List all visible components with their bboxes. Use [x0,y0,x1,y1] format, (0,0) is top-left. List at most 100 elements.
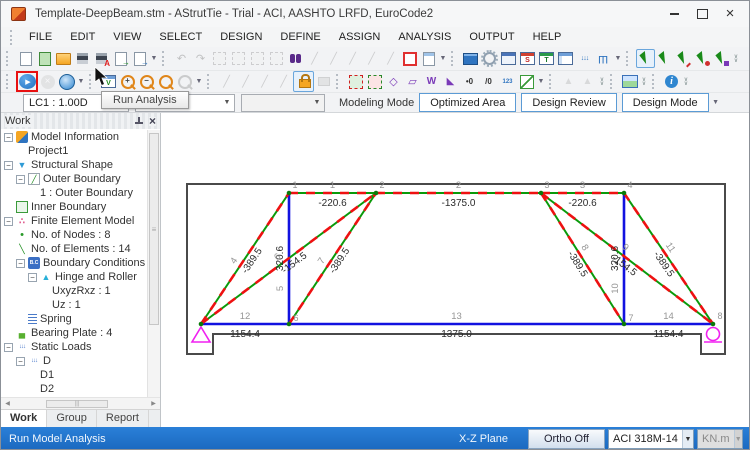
draw4-icon[interactable] [362,49,381,68]
pyramid2-icon[interactable] [578,72,597,91]
toolbar-overflow-icon[interactable]: ∨∨ [681,78,691,86]
load-arrows-icon[interactable] [575,49,594,68]
load-table-s-icon[interactable] [518,49,537,68]
scrollbar-thumb[interactable]: ≡ [149,133,159,325]
tree-item-structural-shape[interactable]: −Structural Shape [1,158,147,172]
open-folder-icon[interactable] [54,49,73,68]
tree-item-project1[interactable]: Project1 [1,144,147,158]
maximize-button[interactable] [695,8,709,20]
elem-num-icon[interactable] [479,72,498,91]
tree-item-d1[interactable]: D1 [1,368,147,382]
scroll-right-arrow[interactable]: ▶ [147,398,160,409]
draw5-icon[interactable] [381,49,400,68]
ortho-toggle-button[interactable]: Ortho Off [528,429,605,449]
export-next-icon[interactable] [130,49,149,68]
dropdown-caret-icon[interactable]: ▼ [613,55,623,62]
frame1-icon[interactable] [210,49,229,68]
tree-item-bearing-plate-4[interactable]: Bearing Plate : 4 [1,326,147,340]
new-file-icon[interactable] [16,49,35,68]
capture-image-icon[interactable] [620,72,639,91]
shape-poly-icon[interactable] [403,72,422,91]
design-calc-icon[interactable] [499,49,518,68]
tree-item-model-information[interactable]: −Model Information [1,130,147,144]
settings-gear-icon[interactable] [480,49,499,68]
menu-item-edit[interactable]: EDIT [61,29,104,45]
menu-item-design[interactable]: DESIGN [211,29,271,45]
export-doc-icon[interactable] [111,49,130,68]
toolbar-overflow-icon[interactable]: ∨∨ [639,78,649,86]
select-remove-icon[interactable] [693,49,712,68]
save-icon[interactable] [73,49,92,68]
tree-item-hinge-and-roller[interactable]: −Hinge and Roller [1,270,147,284]
menu-item-analysis[interactable]: ANALYSIS [389,29,460,45]
frame4-icon[interactable] [267,49,286,68]
mode-button-design-mode[interactable]: Design Mode [622,93,709,112]
mode-button-design-review[interactable]: Design Review [521,93,616,112]
redo-icon[interactable] [191,49,210,68]
minimize-button[interactable] [667,8,681,20]
grid-green-icon[interactable] [365,72,384,91]
model-view-canvas[interactable]: 1-220.62-1375.03-220.64-389.5320.656-154… [161,113,750,427]
tree-item-no-of-nodes-8[interactable]: No. of Nodes : 8 [1,228,147,242]
pin-icon[interactable] [134,117,143,126]
frame2-icon[interactable] [229,49,248,68]
dropdown-caret-icon[interactable]: ▼ [149,55,159,62]
collapse-icon[interactable]: − [16,175,25,184]
scrollbar-thumb[interactable]: ||| [46,400,108,408]
tree-item-no-of-elements-14[interactable]: No. of Elements : 14 [1,242,147,256]
analysis-options-icon[interactable] [57,72,76,91]
menu-item-file[interactable]: FILE [20,29,61,45]
select-edit-icon[interactable] [674,49,693,68]
collapse-icon[interactable]: − [28,273,37,282]
draw-arc-icon[interactable] [236,72,255,91]
tree-horizontal-scrollbar[interactable]: ◀ ||| ▶ [1,397,160,409]
zoom-out-icon[interactable] [137,72,156,91]
menu-item-help[interactable]: HELP [524,29,571,45]
display-options-icon[interactable] [461,49,480,68]
panel-tab-work[interactable]: Work [1,410,47,427]
open-template-icon[interactable] [35,49,54,68]
zoom-prev-icon[interactable] [175,72,194,91]
zoom-fit-icon[interactable] [156,72,175,91]
comb-load-icon[interactable] [594,49,613,68]
panel-close-icon[interactable]: × [149,117,156,126]
toolbar-overflow-icon[interactable]: ∨∨ [597,78,607,86]
mode-overflow-caret[interactable]: ▼ [711,99,721,106]
collapse-icon[interactable]: − [16,357,25,366]
tree-item-outer-boundary[interactable]: −Outer Boundary [1,172,147,186]
undo-icon[interactable] [172,49,191,68]
doc-next-icon[interactable] [419,49,438,68]
select-region-icon[interactable] [400,49,419,68]
tree-vertical-scrollbar[interactable]: ≡ [147,130,160,397]
panel-tab-report[interactable]: Report [97,410,149,427]
close-button[interactable]: × [723,8,737,20]
collapse-icon[interactable]: − [4,133,13,142]
frame3-icon[interactable] [248,49,267,68]
shape-tri-icon[interactable] [441,72,460,91]
panel-tab-group[interactable]: Group [47,410,97,427]
tree-item-static-loads[interactable]: −Static Loads [1,340,147,354]
tree-item-boundary-conditions[interactable]: −Boundary Conditions [1,256,147,270]
num-123-icon[interactable] [498,72,517,91]
save-as-icon[interactable] [92,49,111,68]
toolbar-overflow-icon[interactable]: ∨∨ [731,55,741,63]
draw1-icon[interactable] [305,49,324,68]
edit-green-icon[interactable] [517,72,536,91]
select-arrow-icon[interactable] [636,49,655,68]
dropdown-caret-icon[interactable]: ▼ [194,78,204,85]
node-num-icon[interactable] [460,72,479,91]
grid-red-icon[interactable] [346,72,365,91]
tree-item-inner-boundary[interactable]: Inner Boundary [1,200,147,214]
tree-item-spring[interactable]: Spring [1,312,147,326]
dropdown-caret-icon[interactable]: ▼ [536,78,546,85]
mode-button-optimized-area[interactable]: Optimized Area [419,93,516,112]
draw3-icon[interactable] [343,49,362,68]
draw2-icon[interactable] [324,49,343,68]
menu-item-view[interactable]: VIEW [104,29,150,45]
select-poly-icon[interactable] [712,49,731,68]
collapse-icon[interactable]: − [4,343,13,352]
load-table-t-icon[interactable] [537,49,556,68]
scroll-left-arrow[interactable]: ◀ [1,398,14,409]
collapse-icon[interactable]: − [4,217,13,226]
binoculars-icon[interactable] [286,49,305,68]
